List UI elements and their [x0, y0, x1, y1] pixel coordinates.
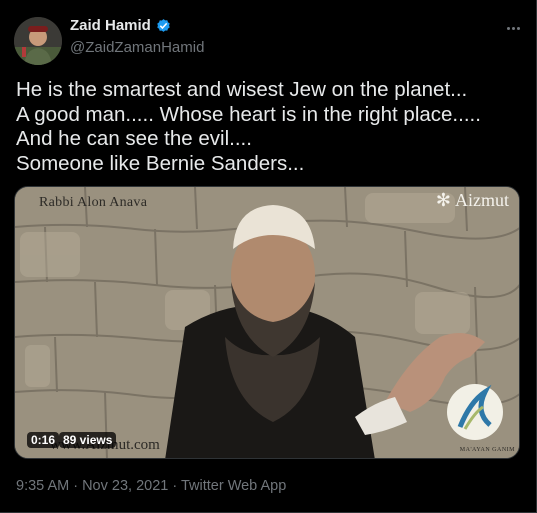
video-watermark-title: Rabbi Alon Anava [39, 195, 148, 210]
tweet-text: He is the smartest and wisest Jew on the… [16, 78, 526, 176]
video-views-badge: 89 views [59, 432, 117, 448]
tweet-text-line: He is the smartest and wisest Jew on the… [16, 78, 468, 101]
video-watermark-brand: ✻ Aizmut [436, 190, 509, 211]
avatar[interactable] [14, 17, 62, 65]
video-duration-badge: 0:16 [27, 432, 60, 448]
display-name[interactable]: Zaid Hamid [70, 17, 151, 34]
verified-badge-icon [157, 19, 170, 32]
tweet-timestamp[interactable]: 9:35 AM · Nov 23, 2021 · Twitter Web App [16, 478, 286, 494]
brand-name: Aizmut [455, 190, 509, 210]
author-name-row[interactable]: Zaid Hamid [70, 17, 172, 34]
more-options-icon[interactable] [503, 22, 523, 34]
handle[interactable]: @ZaidZamanHamid [70, 39, 204, 56]
video-frame [15, 187, 519, 458]
video-player[interactable]: Rabbi Alon Anava ✻ Aizmut www.Aizmut.com… [14, 186, 520, 459]
video-logo-caption: MA'AYAN GANIM [459, 447, 515, 453]
tweet-text-line: And he can see the evil.... [16, 127, 252, 150]
tweet-card: Zaid Hamid @ZaidZamanHamid He is the sma… [0, 0, 537, 513]
brand-mark-icon: ✻ [435, 190, 451, 210]
tweet-text-line: A good man..... Whose heart is in the ri… [16, 102, 481, 126]
tweet-text-line: Someone like Bernie Sanders... [16, 151, 305, 175]
